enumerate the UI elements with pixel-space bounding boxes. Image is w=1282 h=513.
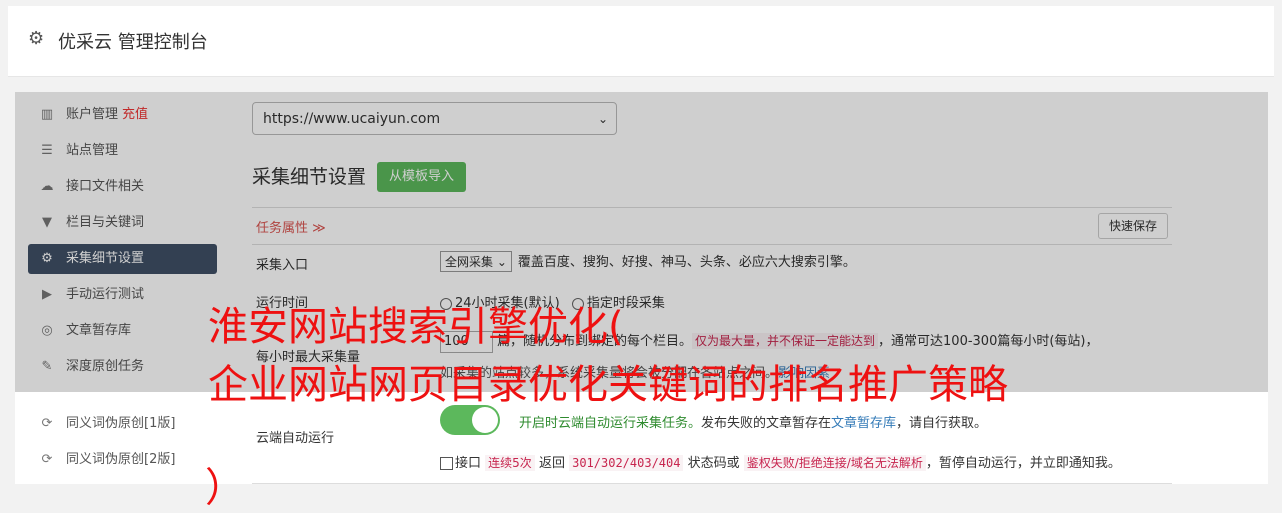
pause-rule-row: 接口 连续5次 返回 301/302/403/404 状态码或 鉴权失败/拒绝连… [440, 452, 1121, 471]
sidebar-item-manual-run[interactable]: ▶ 手动运行测试 [28, 280, 217, 310]
pause-rule-codes: 301/302/403/404 [569, 455, 684, 471]
sidebar-item-label: 栏目与关键词 [66, 215, 145, 230]
pause-rule-text1: 返回 [538, 456, 565, 471]
recharge-link[interactable]: 充值 [122, 107, 148, 122]
hourly-max-text2: ，通常可达100-300篇每小时(每站)， [878, 334, 1099, 349]
sidebar-item-label: 站点管理 [66, 143, 119, 158]
sidebar-item-synonym-v2[interactable]: ⟳ 同义词伪原创[2版] [28, 445, 217, 475]
pause-rule-text3: ，暂停自动运行，并立即通知我。 [925, 456, 1121, 471]
collect-entry-label: 采集入口 [256, 258, 309, 273]
collect-entry-value: 全网采集 [445, 255, 494, 269]
sidebar-item-collect-settings[interactable]: ⚙ 采集细节设置 [28, 244, 217, 274]
collect-entry-select[interactable]: 全网采集 ⌄ [440, 251, 512, 272]
task-props-toggle[interactable]: 任务属性 ≫ [256, 217, 326, 236]
cloud-auto-text-a: 发布失败的文章暂存在 [701, 416, 832, 431]
chevron-down-icon: ⌄ [597, 112, 608, 126]
quick-save-button[interactable]: 快速保存 [1097, 213, 1168, 239]
toggle-knob [472, 407, 498, 433]
cloud-upload-icon: ☁ [40, 179, 54, 194]
sidebar-item-columns-keywords[interactable]: ▼ 栏目与关键词 [28, 208, 217, 238]
article-store-link[interactable]: 文章暂存库 [831, 416, 896, 431]
sidebar-item-label: 接口文件相关 [66, 179, 145, 194]
gear-icon: ⚙ [28, 28, 45, 49]
sidebar-item-label: 深度原创任务 [66, 359, 145, 374]
top-header: ⚙ 优采云 管理控制台 [8, 6, 1274, 77]
sidebar-item-label: 手动运行测试 [66, 287, 145, 302]
bar-chart-icon: ▥ [40, 107, 54, 122]
task-props-bar: 任务属性 ≫ 快速保存 [252, 207, 1172, 245]
cloud-auto-label: 云端自动运行 [256, 431, 335, 446]
collect-entry-desc: 覆盖百度、搜狗、好搜、神马、头条、必应六大搜索引擎。 [517, 255, 856, 270]
filter-icon: ▼ [42, 215, 52, 230]
gears-icon: ⚙ [41, 251, 53, 266]
collect-entry-row: 全网采集 ⌄ 覆盖百度、搜狗、好搜、神马、头条、必应六大搜索引擎。 [440, 251, 856, 272]
watermark-line3: ） [205, 465, 245, 511]
site-url-value: https://www.ucaiyun.com [263, 111, 441, 127]
page-title: 优采云 管理控制台 [58, 32, 208, 53]
pause-rule-check-label: 接口 [455, 456, 482, 471]
edit-icon: ✎ [41, 359, 53, 374]
sidebar-item-label: 同义词伪原创[2版] [66, 452, 176, 467]
pause-rule-errors: 鉴权失败/拒绝连接/域名无法解析 [743, 455, 926, 471]
content-panel: ▥ 账户管理 充值 ☰ 站点管理 ☁ 接口文件相关 ▼ 栏目与关键词 ⚙ 采集细节设置 ▶ 手… [15, 92, 1268, 484]
site-url-select[interactable]: https://www.ucaiyun.com ⌄ [252, 102, 617, 135]
play-circle-icon: ▶ [42, 287, 52, 302]
sidebar-item-label: 文章暂存库 [66, 323, 132, 338]
sidebar-item-label: 同义词伪原创[1版] [66, 416, 176, 431]
cloud-auto-desc: 开启时云端自动运行采集任务。发布失败的文章暂存在文章暂存库，请自行获取。 [519, 412, 987, 431]
sidebar-item-interface-files[interactable]: ☁ 接口文件相关 [28, 172, 217, 202]
sidebar-item-article-store[interactable]: ◎ 文章暂存库 [28, 316, 217, 346]
pause-rule-count: 连续5次 [485, 455, 535, 471]
sidebar-item-sites[interactable]: ☰ 站点管理 [28, 136, 217, 166]
sidebar-item-label: 采集细节设置 [66, 251, 145, 266]
watermark-line1: 淮安网站搜索引擎优化( [208, 304, 624, 350]
hourly-max-highlight: 仅为最大量，并不保证一定能达到 [692, 333, 879, 349]
server-icon: ☰ [41, 143, 53, 158]
watermark-line2: 企业网站网页目录优化关键词的排名推广策略 [208, 362, 1008, 408]
import-template-button[interactable]: 从模板导入 [377, 162, 467, 192]
sidebar-item-synonym-v1[interactable]: ⟳ 同义词伪原创[1版] [28, 409, 217, 439]
cloud-auto-on-text: 开启时云端自动运行采集任务。 [519, 416, 702, 431]
sidebar-item-deep-original[interactable]: ✎ 深度原创任务 [28, 352, 217, 382]
sidebar: ▥ 账户管理 充值 ☰ 站点管理 ☁ 接口文件相关 ▼ 栏目与关键词 ⚙ 采集细节设置 ▶ 手… [15, 92, 225, 484]
database-icon: ◎ [41, 323, 53, 338]
pause-rule-text2: 状态码或 [687, 456, 740, 471]
cloud-auto-text-b: ，请自行获取。 [896, 416, 988, 431]
pause-rule-checkbox[interactable] [440, 457, 453, 470]
sidebar-item-account[interactable]: ▥ 账户管理 充值 [28, 100, 217, 130]
refresh-icon: ⟳ [41, 452, 53, 467]
section-title: 采集细节设置 [252, 166, 367, 188]
refresh-icon: ⟳ [41, 416, 53, 431]
sidebar-item-label: 账户管理 [66, 107, 119, 122]
